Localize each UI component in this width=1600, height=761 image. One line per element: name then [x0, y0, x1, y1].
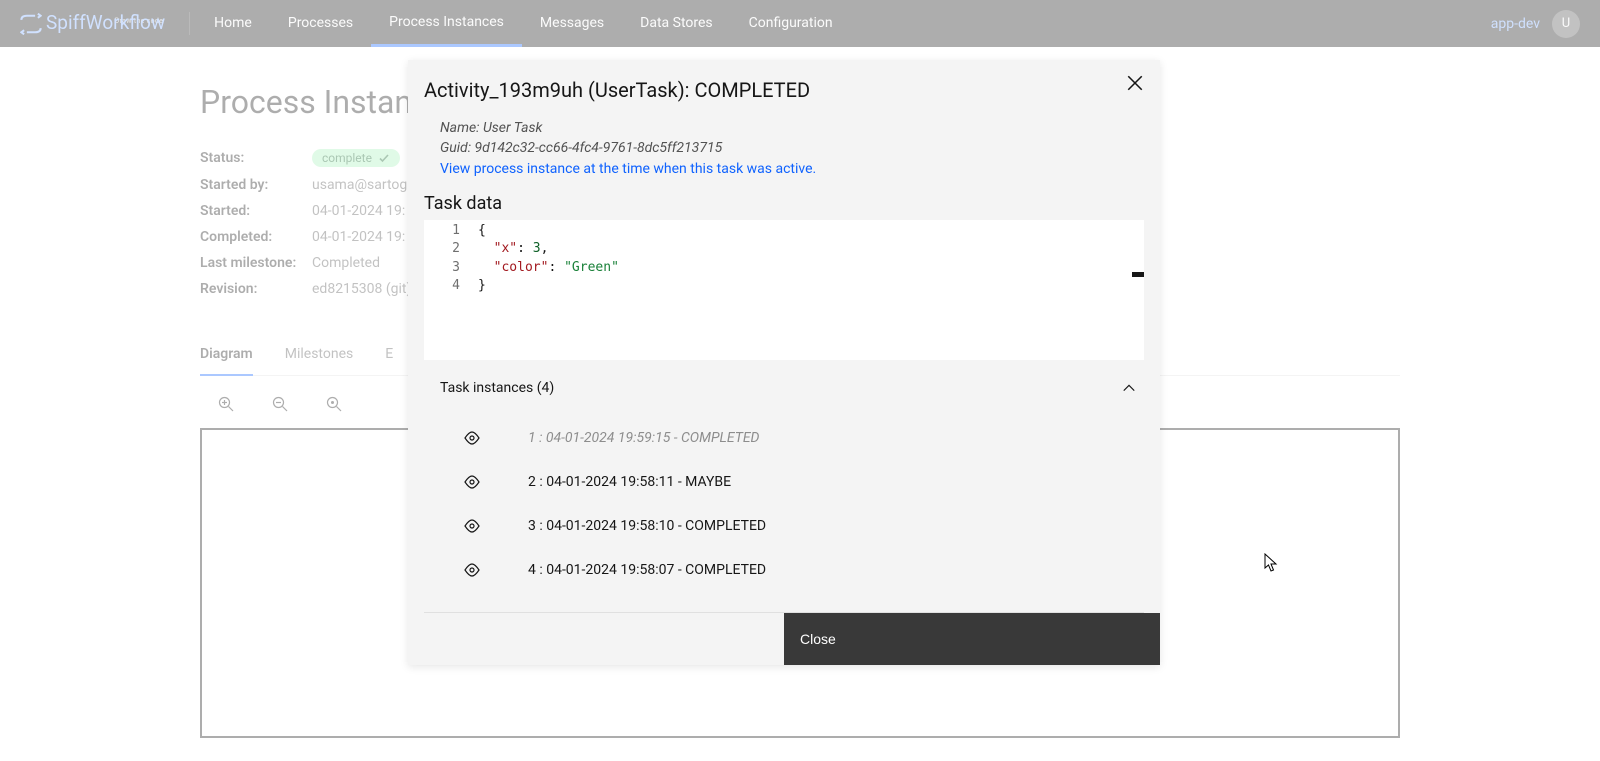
task-instance-row[interactable]: 4 : 04-01-2024 19:58:07 - COMPLETED [424, 548, 1144, 592]
task-instance-row[interactable]: 3 : 04-01-2024 19:58:10 - COMPLETED [424, 504, 1144, 548]
modal-footer: Close [408, 613, 1160, 665]
modal-header: Activity_193m9uh (UserTask): COMPLETED [408, 60, 1160, 106]
instance-text: 2 : 04-01-2024 19:58:11 - MAYBE [528, 474, 731, 490]
modal-meta: Name: User Task Guid: 9d142c32-cc66-4fc4… [408, 106, 1160, 179]
task-guid: Guid: 9d142c32-cc66-4fc4-9761-8dc5ff2137… [440, 138, 1144, 158]
instance-text: 3 : 04-01-2024 19:58:10 - COMPLETED [528, 518, 766, 534]
instance-text: 1 : 04-01-2024 19:59:15 - COMPLETED [528, 430, 759, 446]
modal-title: Activity_193m9uh (UserTask): COMPLETED [424, 78, 810, 102]
task-data-title: Task data [408, 179, 1160, 220]
code-body: { "x": 3, "color": "Green"} [478, 220, 1144, 360]
task-name: Name: User Task [440, 118, 1144, 138]
eye-icon[interactable] [464, 474, 480, 490]
close-icon[interactable] [1126, 74, 1144, 92]
task-instances-header[interactable]: Task instances (4) [408, 360, 1160, 408]
view-history-link[interactable]: View process instance at the time when t… [440, 159, 1144, 179]
cursor-icon [1264, 553, 1278, 573]
instance-text: 4 : 04-01-2024 19:58:07 - COMPLETED [528, 562, 766, 578]
task-instances-label: Task instances (4) [440, 380, 554, 396]
eye-icon[interactable] [464, 430, 480, 446]
code-editor[interactable]: 1234 { "x": 3, "color": "Green"} [424, 220, 1144, 360]
task-instance-row[interactable]: 2 : 04-01-2024 19:58:11 - MAYBE [424, 460, 1144, 504]
chevron-up-icon [1122, 381, 1136, 395]
minimap-indicator [1132, 272, 1144, 277]
modal: Activity_193m9uh (UserTask): COMPLETED N… [408, 60, 1160, 665]
task-instance-row[interactable]: 1 : 04-01-2024 19:59:15 - COMPLETED [424, 416, 1144, 460]
task-instances-list: 1 : 04-01-2024 19:59:15 - COMPLETED 2 : 0… [424, 408, 1144, 613]
code-gutter: 1234 [424, 220, 478, 360]
eye-icon[interactable] [464, 562, 480, 578]
close-button[interactable]: Close [784, 613, 1160, 665]
eye-icon[interactable] [464, 518, 480, 534]
